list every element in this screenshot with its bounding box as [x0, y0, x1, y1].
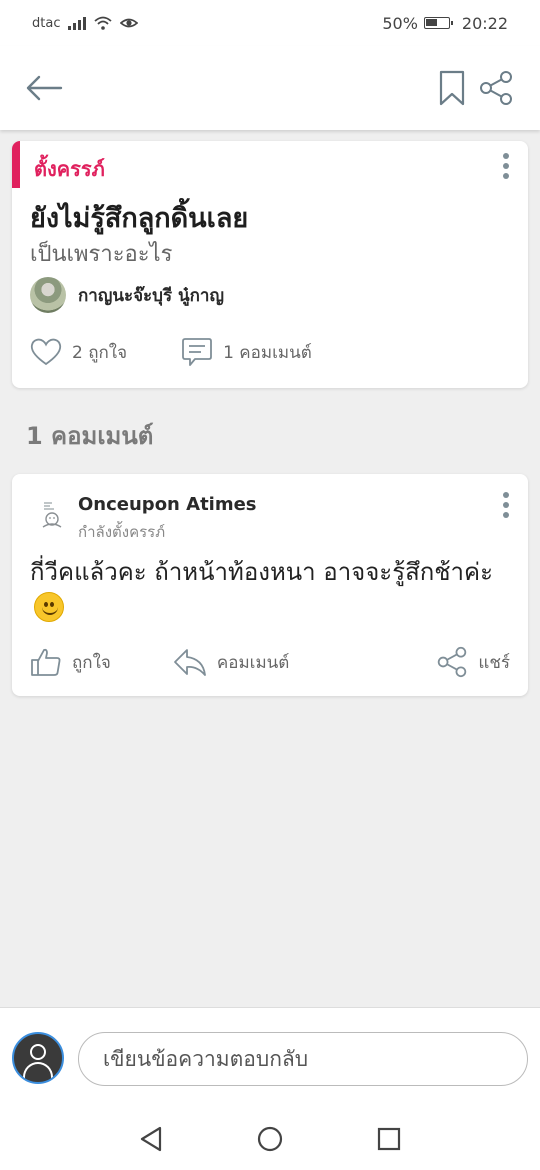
more-dot	[503, 502, 509, 508]
category-accent-bar	[12, 141, 20, 188]
share-button[interactable]	[474, 66, 518, 110]
post-subtitle: เป็นเพราะอะไร	[30, 242, 173, 267]
nav-home-icon[interactable]	[257, 1126, 283, 1152]
comment-card: Onceupon Atimes กำลังตั้งครรภ์ กี่วีคแล้…	[12, 474, 528, 696]
status-right: 50% 20:22	[382, 14, 508, 33]
share-label: แชร์	[478, 652, 510, 673]
more-dot	[503, 163, 509, 169]
reply-label: คอมเมนต์	[216, 652, 290, 673]
app-bar	[0, 46, 540, 130]
author-name[interactable]: กาญนะจ๊ะบุรี นู๋กาญ	[78, 282, 224, 309]
comments-heading: 1 คอมเมนต์	[26, 422, 154, 450]
eye-comfort-icon	[120, 18, 139, 28]
system-nav-bar	[0, 1107, 540, 1170]
post-more-button[interactable]	[502, 153, 510, 179]
more-dot	[503, 173, 509, 179]
comment-share-button[interactable]: แชร์	[436, 646, 510, 678]
author-avatar[interactable]	[30, 277, 66, 313]
share-icon	[438, 646, 467, 678]
wifi-icon	[94, 16, 113, 30]
comment-text: กี่วีคแล้วคะ ถ้าหน้าท้องหนา อาจจะรู้สึกช…	[30, 554, 510, 626]
user-body-icon	[23, 1062, 53, 1082]
battery-percent: 50%	[382, 13, 418, 33]
like-stat[interactable]: 2 ถูกใจ	[30, 338, 127, 366]
commenter-status: กำลังตั้งครรภ์	[78, 523, 166, 541]
reply-composer: เขียนข้อความตอบกลับ	[0, 1007, 540, 1107]
share-icon	[480, 71, 512, 105]
reply-icon	[173, 649, 206, 676]
comment-reply-button[interactable]: คอมเมนต์	[173, 647, 289, 677]
clock: 20:22	[461, 13, 508, 33]
like-count: 2 ถูกใจ	[72, 342, 128, 363]
commenter-avatar[interactable]	[32, 494, 72, 534]
heart-icon	[30, 338, 62, 366]
more-dot	[503, 153, 509, 159]
comment-stat[interactable]: 1 คอมเมนต์	[181, 337, 312, 367]
nav-back-icon[interactable]	[139, 1126, 163, 1152]
post-category[interactable]: ตั้งครรภ์	[34, 153, 105, 185]
comment-like-button[interactable]: ถูกใจ	[30, 647, 111, 677]
thumbs-up-icon	[31, 648, 61, 676]
status-left: dtac	[32, 15, 139, 31]
arrow-left-icon	[26, 75, 63, 101]
post-title: ยังไม่รู้สึกลูกดิ้นเลย	[30, 203, 249, 234]
like-label: ถูกใจ	[72, 652, 111, 673]
comment-bubble-icon	[182, 338, 212, 366]
comment-body: กี่วีคแล้วคะ ถ้าหน้าท้องหนา อาจจะรู้สึกช…	[30, 558, 493, 586]
bookmark-icon	[439, 70, 465, 106]
smile-emoji-icon	[34, 592, 64, 622]
post-stats: 2 ถูกใจ 1 คอมเมนต์	[30, 337, 312, 367]
more-dot	[503, 512, 509, 518]
battery-icon	[423, 17, 453, 29]
comment-count: 1 คอมเมนต์	[223, 342, 312, 363]
post-author[interactable]: กาญนะจ๊ะบุรี นู๋กาญ	[30, 277, 224, 313]
back-button[interactable]	[22, 66, 66, 110]
signal-icon	[68, 16, 87, 30]
status-bar: dtac 50% 20:22	[0, 0, 540, 46]
reply-placeholder: เขียนข้อความตอบกลับ	[103, 1046, 309, 1071]
more-dot	[503, 492, 509, 498]
baby-illustration-icon	[42, 502, 62, 528]
comment-actions: ถูกใจ คอมเมนต์ แชร์	[30, 646, 510, 678]
my-avatar[interactable]	[12, 1032, 64, 1084]
user-head-icon	[30, 1044, 46, 1060]
carrier-label: dtac	[32, 15, 61, 31]
bookmark-button[interactable]	[430, 66, 474, 110]
reply-input[interactable]: เขียนข้อความตอบกลับ	[78, 1032, 528, 1086]
comment-more-button[interactable]	[502, 492, 510, 518]
commenter-name[interactable]: Onceupon Atimes	[78, 494, 257, 515]
post-card: ตั้งครรภ์ ยังไม่รู้สึกลูกดิ้นเลย เป็นเพร…	[12, 141, 528, 388]
nav-recents-icon[interactable]	[377, 1127, 401, 1151]
